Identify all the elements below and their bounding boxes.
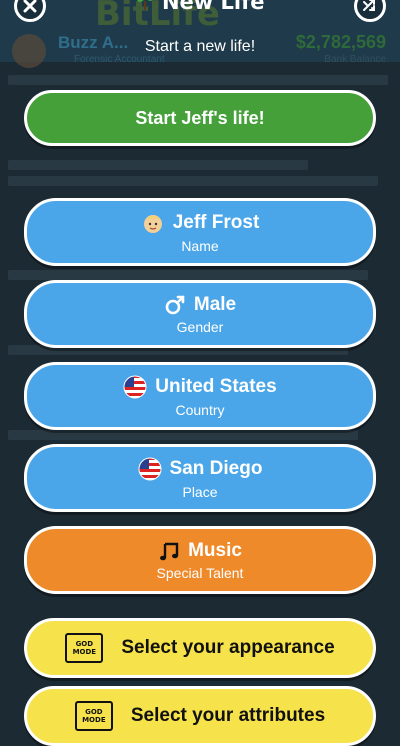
place-value: San Diego: [169, 457, 263, 479]
god-mode-badge-line1: GOD: [85, 708, 103, 716]
background-text-line: [8, 270, 368, 280]
start-life-label: Start Jeff's life!: [135, 107, 265, 128]
baby-face-icon: [143, 214, 162, 233]
place-label: Place: [182, 483, 218, 500]
background-text-line: [8, 160, 308, 170]
gender-button[interactable]: Male Gender: [24, 280, 376, 348]
select-appearance-button[interactable]: GOD MODE Select your appearance: [24, 618, 376, 678]
talent-label: Special Talent: [156, 564, 244, 581]
place-row: San Diego: [138, 457, 263, 481]
attributes-row: GOD MODE Select your attributes: [74, 701, 326, 731]
talent-value: Music: [188, 539, 242, 561]
appearance-row: GOD MODE Select your appearance: [65, 633, 335, 663]
music-note-icon: [160, 542, 179, 560]
appearance-label: Select your appearance: [121, 637, 335, 658]
background-text-line: [8, 75, 388, 85]
background-text-line: [8, 176, 378, 186]
god-mode-badge-icon: GOD MODE: [65, 633, 104, 663]
us-flag-icon: [138, 457, 162, 480]
modal-header: New Life: [0, 0, 400, 14]
male-symbol-icon: [165, 295, 185, 314]
sprout-icon: [136, 0, 153, 10]
god-mode-badge-icon: GOD MODE: [74, 701, 113, 731]
gender-row: Male: [164, 294, 236, 316]
god-mode-badge-line1: GOD: [75, 640, 94, 648]
country-value: United States: [155, 375, 277, 397]
country-label: Country: [175, 401, 225, 418]
select-attributes-button[interactable]: GOD MODE Select your attributes: [24, 686, 376, 746]
name-value: Jeff Frost: [172, 211, 260, 233]
gender-label: Gender: [176, 318, 224, 335]
place-button[interactable]: San Diego Place: [24, 444, 376, 512]
modal-title: New Life: [161, 0, 265, 14]
talent-row: Music: [158, 540, 242, 562]
gender-value: Male: [193, 293, 237, 315]
attributes-label: Select your attributes: [130, 705, 326, 726]
name-button[interactable]: Jeff Frost Name: [24, 198, 376, 266]
special-talent-button[interactable]: Music Special Talent: [24, 526, 376, 594]
background-text-line: [8, 430, 358, 440]
us-flag-icon: [123, 375, 147, 398]
modal-subtitle: Start a new life!: [144, 38, 256, 55]
country-row: United States: [123, 375, 277, 399]
name-row: Jeff Frost: [141, 211, 260, 235]
start-life-button[interactable]: Start Jeff's life!: [24, 90, 376, 146]
country-button[interactable]: United States Country: [24, 362, 376, 430]
god-mode-badge-line2: MODE: [82, 716, 106, 724]
name-label: Name: [181, 237, 219, 254]
god-mode-badge-line2: MODE: [72, 648, 97, 656]
